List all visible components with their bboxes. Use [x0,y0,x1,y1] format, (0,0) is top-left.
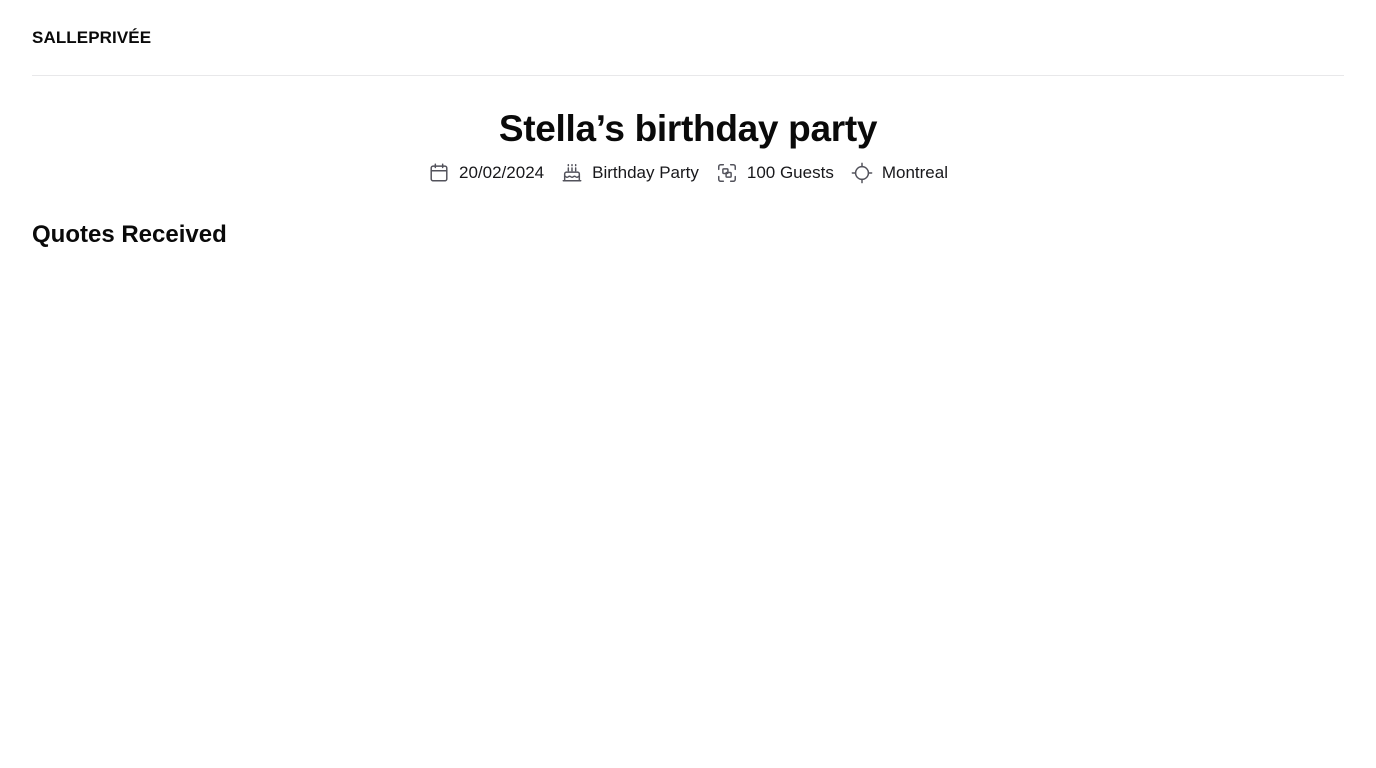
event-guests: 100 Guests [716,162,834,184]
cake-icon [561,162,583,184]
event-title: Stella’s birthday party [498,108,878,149]
guests-icon [716,162,738,184]
event-location-text: Montreal [881,163,948,182]
event-type: Birthday Party [561,162,699,184]
event-date: 20/02/2024 [428,162,544,184]
calendar-icon [428,162,450,184]
quotes-received-heading: Quotes Received [32,221,227,248]
top-bar: SALLEPRIVÉE [32,0,1344,76]
event-meta: 20/02/2024 Birthday Party 100 Guests Mon… [32,162,1344,184]
event-type-text: Birthday Party [592,163,699,182]
event-header: Stella’s birthday party 20/02/2024 Birth… [32,76,1344,184]
location-target-icon [851,162,873,184]
event-guests-text: 100 Guests [746,163,834,182]
page: SALLEPRIVÉE Stella’s birthday party 20/0… [0,0,1376,768]
event-location: Montreal [851,162,948,184]
brand-logo[interactable]: SALLEPRIVÉE [32,28,151,48]
event-date-text: 20/02/2024 [459,163,545,182]
